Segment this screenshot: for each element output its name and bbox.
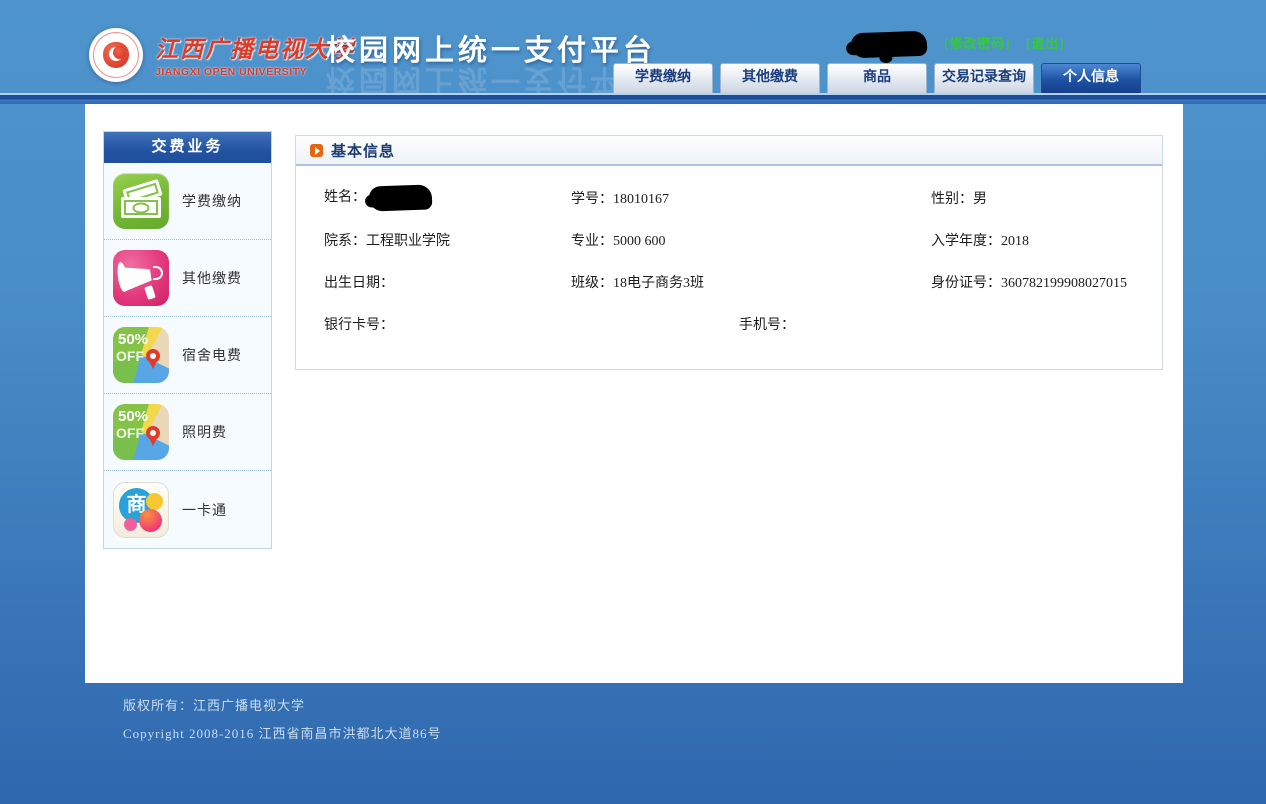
change-password-link[interactable]: [修改密码]: [944, 33, 1011, 52]
field-birth-date: 出生日期：: [324, 272, 394, 292]
sidebar-item-other-fees[interactable]: 其他缴费: [104, 240, 271, 317]
sidebar-item-lighting-fee[interactable]: 50% OFF 照明费: [104, 394, 271, 471]
sidebar-item-label: 照明费: [182, 422, 227, 442]
university-name-en: JIANGXI OPEN UNIVERSITY: [155, 66, 355, 78]
university-name-cn: 江西广播电视大学: [155, 30, 355, 64]
tab-tuition-payment[interactable]: 学费缴纳: [613, 63, 713, 93]
main-nav-tabs: 学费缴纳 其他缴费 商品 交易记录查询 个人信息: [613, 63, 1141, 93]
field-phone: 手机号：: [739, 314, 795, 334]
page-title: 校园网上统一支付平台: [326, 27, 656, 69]
redacted-name-value: [369, 184, 433, 211]
redacted-username: [851, 31, 928, 59]
header-divider: [0, 93, 1266, 104]
copyright-address: Copyright 2008-2016 江西省南昌市洪都北大道86号: [123, 723, 442, 742]
field-gender: 性别：男: [931, 188, 987, 208]
field-enrollment-year: 入学年度：2018: [931, 230, 1029, 250]
tab-transaction-records[interactable]: 交易记录查询: [934, 63, 1034, 93]
tab-goods[interactable]: 商品: [827, 63, 927, 93]
info-row: 姓名： 学号：18010167 性别：男: [296, 177, 1162, 219]
university-logo: [89, 28, 143, 82]
field-id-number: 身份证号：360782199908027015: [931, 272, 1127, 292]
sidebar-item-dorm-electricity[interactable]: 50% OFF 宿舍电费: [104, 317, 271, 394]
info-row: 院系：工程职业学院 专业：5000 600 入学年度：2018: [296, 219, 1162, 261]
map-pin-icon: [146, 349, 160, 363]
field-bank-card: 银行卡号：: [324, 314, 394, 334]
info-row: 银行卡号： 手机号：: [296, 303, 1162, 345]
map-discount-icon: 50% OFF: [113, 404, 169, 460]
panel-body: 姓名： 学号：18010167 性别：男 院系：工程职业学院 专业：5000 6…: [296, 166, 1162, 345]
field-department: 院系：工程职业学院: [324, 230, 450, 250]
logout-link[interactable]: [退出]: [1026, 33, 1065, 52]
info-row: 出生日期： 班级：18电子商务3班 身份证号：36078219990802701…: [296, 261, 1162, 303]
sidebar-item-tuition[interactable]: 学费缴纳: [104, 163, 271, 240]
page: 江西广播电视大学 JIANGXI OPEN UNIVERSITY 校园网上统一支…: [0, 0, 1266, 804]
orange-arrow-icon: [310, 144, 323, 157]
footer: 版权所有：江西广播电视大学 Copyright 2008-2016 江西省南昌市…: [123, 695, 442, 751]
field-student-id: 学号：18010167: [571, 188, 669, 208]
sidebar-item-label: 一卡通: [182, 500, 227, 520]
sidebar-item-label: 其他缴费: [182, 268, 242, 288]
banknotes-icon: [113, 173, 169, 229]
sidebar-item-label: 学费缴纳: [182, 191, 242, 211]
map-pin-icon: [146, 426, 160, 440]
university-name: 江西广播电视大学 JIANGXI OPEN UNIVERSITY: [155, 30, 355, 78]
content-area: 交费业务 学费缴纳 其他缴费: [85, 104, 1183, 683]
sidebar-payment-services: 交费业务 学费缴纳 其他缴费: [103, 131, 272, 549]
tab-other-payment[interactable]: 其他缴费: [720, 63, 820, 93]
map-discount-icon: 50% OFF: [113, 327, 169, 383]
field-major: 专业：5000 600: [571, 230, 666, 250]
shop-icon: 商: [113, 482, 169, 538]
field-class: 班级：18电子商务3班: [571, 272, 704, 292]
basic-info-panel: 基本信息 姓名： 学号：18010167 性别：男 院系：工程职: [295, 135, 1163, 370]
tab-personal-info[interactable]: 个人信息: [1041, 63, 1141, 93]
megaphone-icon: [113, 250, 169, 306]
copyright-owner: 版权所有：江西广播电视大学: [123, 695, 442, 714]
field-name: 姓名：: [324, 186, 432, 211]
sidebar-item-label: 宿舍电费: [182, 345, 242, 365]
panel-header: 基本信息: [296, 136, 1162, 166]
section-title: 基本信息: [331, 140, 395, 161]
sidebar-item-one-card[interactable]: 商 一卡通: [104, 471, 271, 548]
logo-emblem: [103, 42, 129, 68]
sidebar-title: 交费业务: [104, 132, 271, 163]
